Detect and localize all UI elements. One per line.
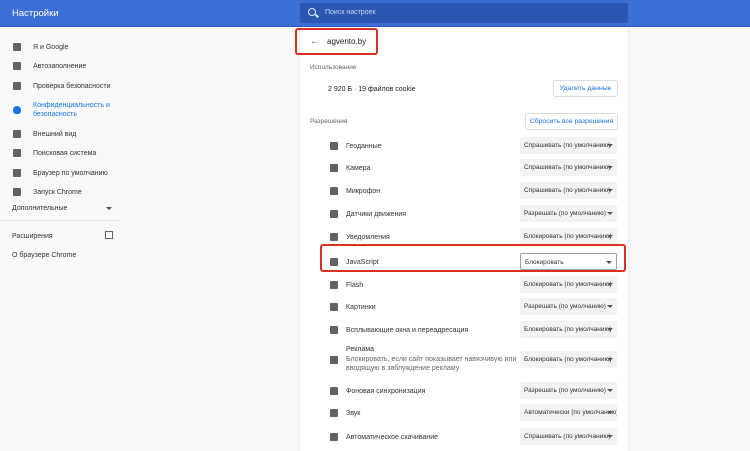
permission-label: Flash (346, 282, 364, 289)
search-icon (308, 8, 316, 16)
permission-select[interactable]: Блокировать (по умолчанию) (520, 228, 617, 245)
bell-icon (330, 233, 338, 241)
sidebar-item[interactable]: Я и Google (0, 40, 113, 54)
puzzle-icon (330, 281, 338, 289)
permission-label: Геоданные (346, 143, 382, 150)
permission-select[interactable]: Автоматически (по умолчанию) (520, 404, 617, 421)
permission-select[interactable]: Спрашивать (по умолчанию) (520, 182, 617, 199)
sidebar-about[interactable]: О браузере Chrome (12, 252, 76, 259)
permission-select[interactable]: Блокировать (по умолчанию) (520, 276, 617, 293)
sidebar-item[interactable]: Браузер по умолчанию (0, 166, 113, 180)
permission-title: Реклама (346, 346, 375, 353)
permission-select[interactable]: Спрашивать (по умолчанию) (520, 159, 617, 176)
search-placeholder: Поиск настроек (325, 9, 376, 16)
divider (0, 220, 120, 221)
sidebar-item[interactable]: Проверка безопасности (0, 79, 113, 93)
sidebar-item-label: Браузер по умолчанию (33, 169, 108, 177)
sidebar-item-label: Я и Google (33, 43, 69, 51)
sidebar-item-label: Внешний вид (33, 130, 77, 138)
permission-select[interactable]: Разрешать (по умолчанию) (520, 382, 617, 399)
sidebar-item[interactable]: Конфиденциальность и безопасность (0, 99, 113, 121)
permission-select[interactable]: Спрашивать (по умолчанию) (520, 137, 617, 154)
permission-label: Датчики движения (346, 211, 407, 218)
sidebar-item-label: Поисковая система (33, 149, 97, 157)
sidebar-item-label: Конфиденциальность и безопасность (33, 102, 110, 118)
advanced-label: Дополнительные (12, 205, 68, 212)
search-input[interactable]: Поиск настроек (300, 3, 628, 23)
permission-label: Уведомления (346, 234, 390, 241)
location-icon (330, 142, 338, 150)
permission-description: Блокировать, если сайт показывает навязч… (346, 355, 517, 373)
power-icon (13, 188, 21, 196)
sidebar-item-label: Запуск Chrome (33, 188, 82, 196)
popup-icon (330, 326, 338, 334)
sidebar-item[interactable]: Запуск Chrome (0, 185, 113, 199)
sync-icon (330, 387, 338, 395)
camera-icon (330, 164, 338, 172)
sensors-icon (330, 210, 338, 218)
microphone-icon (330, 187, 338, 195)
permission-label: Реклама Блокировать, если сайт показывает… (346, 345, 526, 374)
permission-label: Картинки (346, 304, 376, 311)
permission-select[interactable]: Блокировать (по умолчанию) (520, 351, 617, 368)
site-settings-card: ← agvento.by Использование 2 920 Б · 19 … (300, 27, 628, 451)
usage-info: 2 920 Б · 19 файлов cookie (328, 86, 416, 93)
highlight-site-name (295, 28, 378, 55)
permission-label: Камера (346, 165, 371, 172)
image-icon (330, 303, 338, 311)
person-icon (13, 43, 21, 51)
permission-select[interactable]: Спрашивать (по умолчанию) (520, 428, 617, 445)
permission-select[interactable]: Блокировать (по умолчанию) (520, 321, 617, 338)
reset-permissions-button[interactable]: Сбросить все разрешения (525, 113, 618, 130)
permission-select[interactable]: Разрешать (по умолчанию) (520, 205, 617, 222)
sidebar-item[interactable]: Автозаполнение (0, 59, 113, 73)
permissions-heading: Разрешения (310, 118, 348, 125)
shield-check-icon (13, 82, 21, 90)
chevron-down-icon (106, 207, 112, 213)
permission-label: Фоновая синхронизация (346, 388, 426, 395)
clipboard-icon (13, 62, 21, 70)
download-icon (330, 433, 338, 441)
page-title: Настройки (12, 8, 59, 19)
permission-label: Всплывающие окна и переадресация (346, 327, 469, 334)
header: Настройки Поиск настроек (0, 0, 750, 27)
sidebar-advanced[interactable]: Дополнительные (12, 205, 112, 212)
sidebar-extensions[interactable]: Расширения (12, 231, 113, 240)
search-icon (13, 149, 21, 157)
ads-icon (330, 356, 338, 364)
permission-label: Микрофон (346, 188, 381, 195)
permission-select[interactable]: Разрешать (по умолчанию) (520, 298, 617, 315)
palette-icon (13, 130, 21, 138)
shield-icon (13, 106, 21, 114)
extensions-label: Расширения (12, 233, 53, 240)
open-external-icon (105, 231, 113, 239)
sidebar-item[interactable]: Внешний вид (0, 127, 113, 141)
clear-data-button[interactable]: Удалить данные (553, 80, 618, 97)
permission-label: Звук (346, 410, 361, 417)
highlight-javascript (320, 244, 626, 272)
browser-icon (13, 169, 21, 177)
sidebar-item-label: Автозаполнение (33, 62, 87, 70)
sound-icon (330, 409, 338, 417)
sidebar-item[interactable]: Поисковая система (0, 146, 113, 160)
usage-heading: Использование (310, 64, 357, 71)
permission-label: Автоматическое скачивание (346, 434, 439, 441)
sidebar-item-label: Проверка безопасности (33, 82, 111, 90)
